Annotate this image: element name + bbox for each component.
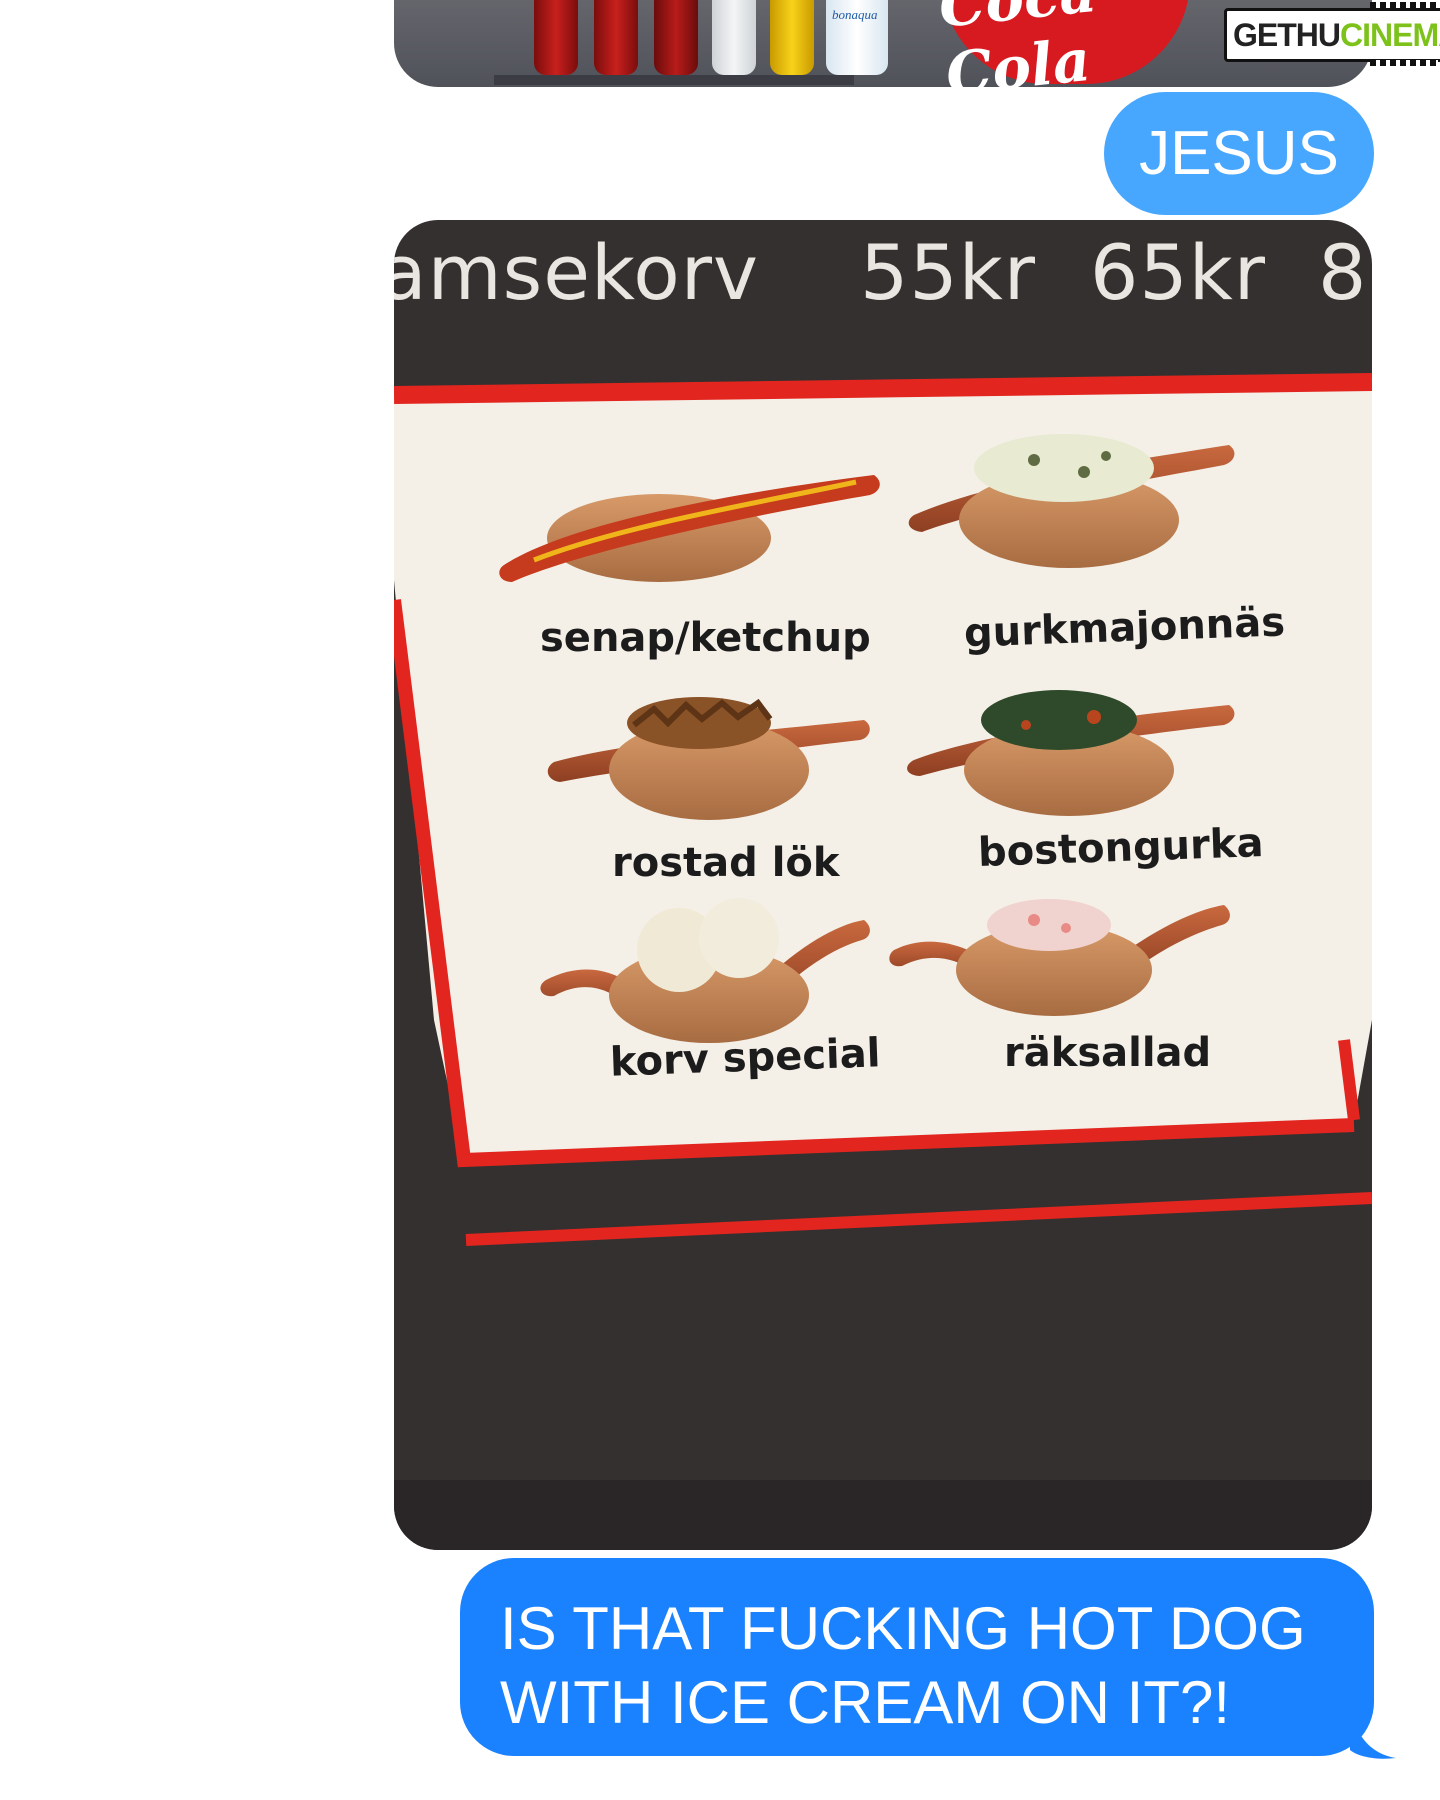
option-label: senap/ketchup [540, 615, 871, 661]
bonaqua-label: bonaqua [832, 7, 878, 22]
menu-photo[interactable]: amsekorv 55kr 65kr 85 [394, 220, 1372, 1550]
menu-sign-graphic [394, 373, 1372, 1550]
watermark-film-strip [1370, 60, 1438, 66]
message-bubble-sent[interactable]: JESUS [1104, 92, 1374, 215]
option-label: korv special [609, 1030, 882, 1086]
message-text: IS THAT FUCKING HOT DOG WITH ICE CREAM O… [500, 1595, 1306, 1736]
water-bottle-image: bonaqua [826, 0, 888, 75]
bottle-image [534, 0, 578, 75]
message-bubble-sent[interactable]: IS THAT FUCKING HOT DOG WITH ICE CREAM O… [460, 1558, 1374, 1756]
watermark-logo: GETHUCINEMA [1224, 8, 1440, 62]
option-label: rostad lök [612, 840, 840, 886]
option-label: räksallad [1004, 1030, 1212, 1076]
shelf-label [494, 75, 854, 85]
coca-cola-logo: Coca-Cola [936, 0, 1190, 87]
sign-panel [394, 378, 1372, 1160]
sign-stripe [465, 1192, 1372, 1246]
bottle-image [594, 0, 638, 75]
bubble-tail [1350, 1704, 1396, 1759]
bottle-image [770, 0, 814, 75]
message-text: JESUS [1139, 119, 1339, 188]
bottle-image [712, 0, 756, 75]
sign-base [394, 1480, 1372, 1550]
bottle-image [654, 0, 698, 75]
